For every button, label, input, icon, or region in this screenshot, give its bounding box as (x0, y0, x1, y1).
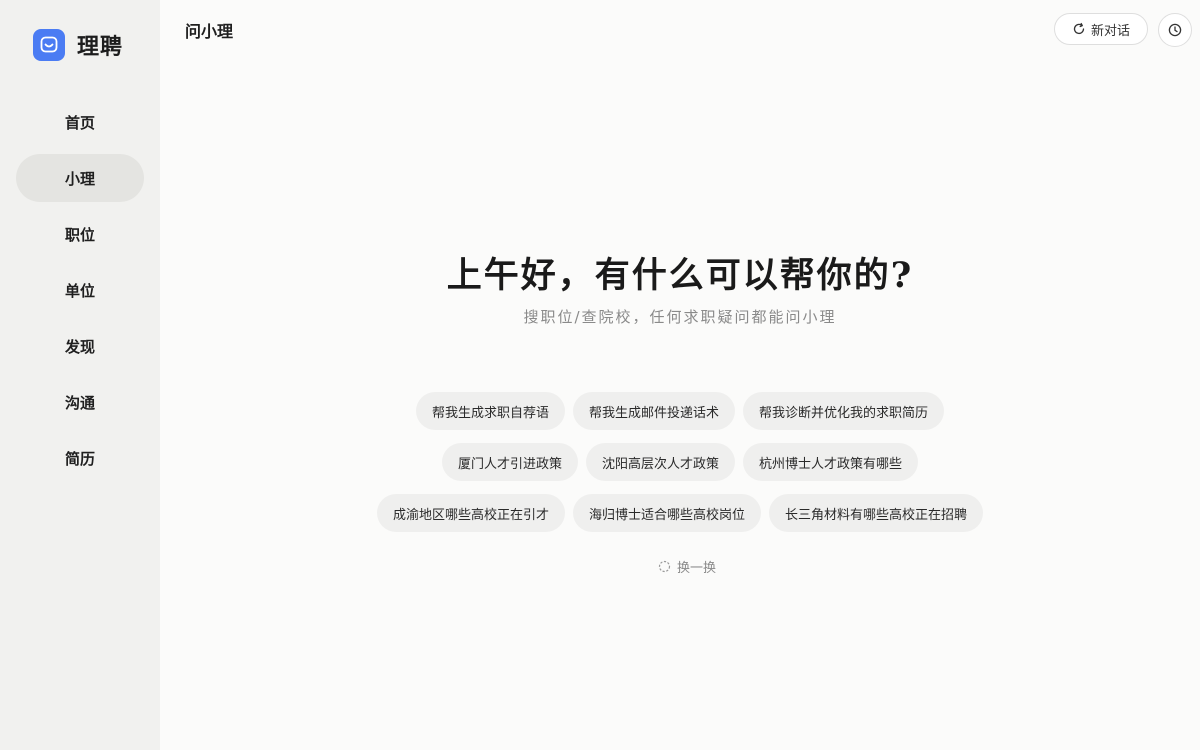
refresh-suggestions-button[interactable]: 换一换 (658, 557, 716, 576)
suggestion-row: 成渝地区哪些高校正在引才 海归博士适合哪些高校岗位 长三角材料有哪些高校正在招聘 (160, 494, 1200, 532)
suggestion-row: 厦门人才引进政策 沈阳高层次人才政策 杭州博士人才政策有哪些 (160, 443, 1200, 481)
brand-name: 理聘 (77, 34, 124, 60)
sidebar-item-label: 发现 (64, 337, 95, 356)
sidebar-item-xiaoli[interactable]: 小理 (16, 154, 144, 202)
sidebar-item-discover[interactable]: 发现 (16, 322, 144, 370)
suggestion-chip[interactable]: 厦门人才引进政策 (441, 443, 578, 481)
suggestion-chip[interactable]: 海归博士适合哪些高校岗位 (572, 494, 761, 532)
new-chat-icon (1073, 22, 1085, 35)
suggestion-chip[interactable]: 帮我诊断并优化我的求职简历 (743, 392, 945, 430)
suggestion-chip[interactable]: 沈阳高层次人才政策 (585, 443, 735, 481)
sidebar-item-label: 单位 (64, 281, 95, 300)
greeting-heading: 上午好，有什么可以帮你的? (446, 255, 914, 296)
refresh-label: 换一换 (677, 561, 717, 576)
sidebar: 理聘 首页 小理 职位 单位 发现 沟通 简历 (0, 0, 160, 750)
suggestion-chip[interactable]: 帮我生成求职自荐语 (415, 392, 565, 430)
sidebar-item-label: 首页 (64, 113, 95, 132)
sidebar-item-resume[interactable]: 简历 (16, 434, 144, 482)
history-button[interactable] (1158, 13, 1192, 47)
sidebar-item-home[interactable]: 首页 (16, 98, 144, 146)
brand[interactable]: 理聘 (33, 29, 123, 61)
sidebar-item-label: 小理 (64, 169, 95, 188)
sidebar-item-jobs[interactable]: 职位 (16, 210, 144, 258)
sidebar-item-label: 简历 (64, 449, 95, 468)
suggestion-row: 帮我生成求职自荐语 帮我生成邮件投递话术 帮我诊断并优化我的求职简历 (160, 392, 1200, 430)
sidebar-item-label: 沟通 (64, 393, 95, 412)
refresh-icon (658, 560, 671, 573)
sidebar-item-employers[interactable]: 单位 (16, 266, 144, 314)
suggestion-list: 帮我生成求职自荐语 帮我生成邮件投递话术 帮我诊断并优化我的求职简历 厦门人才引… (160, 392, 1200, 545)
suggestion-chip[interactable]: 成渝地区哪些高校正在引才 (376, 494, 565, 532)
sidebar-nav: 首页 小理 职位 单位 发现 沟通 简历 (16, 98, 144, 490)
page-title: 问小理 (185, 22, 234, 41)
greeting-subtitle: 搜职位/查院校，任何求职疑问都能问小理 (523, 308, 837, 326)
suggestion-chip[interactable]: 杭州博士人才政策有哪些 (743, 443, 919, 481)
new-chat-button[interactable]: 新对话 (1054, 13, 1148, 45)
sidebar-item-messages[interactable]: 沟通 (16, 378, 144, 426)
chat-face-icon (33, 29, 65, 61)
clock-icon (1168, 23, 1182, 37)
new-chat-label: 新对话 (1090, 23, 1130, 39)
sidebar-item-label: 职位 (64, 225, 95, 244)
suggestion-chip[interactable]: 帮我生成邮件投递话术 (572, 392, 735, 430)
suggestion-chip[interactable]: 长三角材料有哪些高校正在招聘 (769, 494, 984, 532)
